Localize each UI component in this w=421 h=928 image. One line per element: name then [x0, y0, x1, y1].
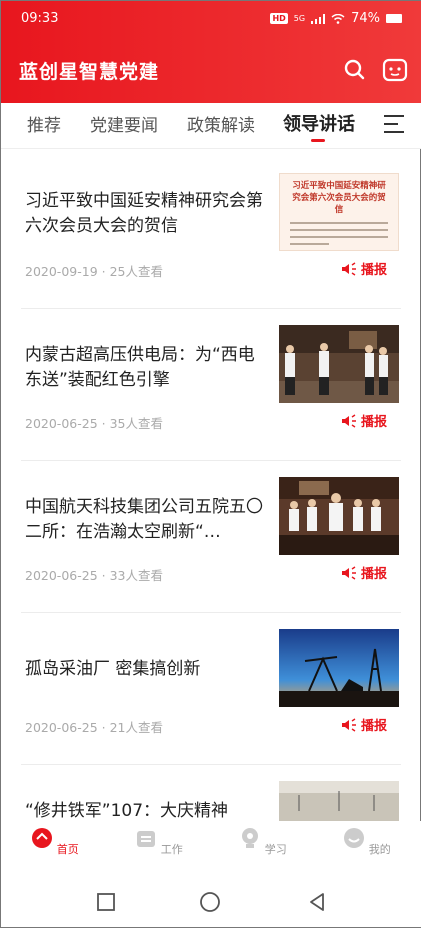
tab-party-news[interactable]: 党建要闻 [90, 111, 158, 136]
news-meta: 2020-06-25 · 21人查看 [25, 720, 163, 735]
message-icon[interactable] [382, 57, 408, 83]
app-title: 蓝创星智慧党建 [19, 61, 160, 83]
study-icon [242, 828, 259, 848]
battery-icon [386, 14, 402, 23]
nav-label: 我的 [368, 843, 391, 856]
news-title: 内蒙古超高压供电局：为“西电东送”装配红色引擎 [25, 345, 255, 390]
speaker-icon [341, 717, 356, 732]
play-label: 播报 [360, 415, 387, 430]
thumb-headline: 习近平致中国延安精神研究会第六次会员大会的贺信 [292, 181, 386, 215]
category-tabs: 推荐 党建要闻 政策解读 领导讲话 [1, 103, 421, 149]
nav-label: 首页 [56, 843, 79, 856]
active-tab-indicator [311, 139, 325, 142]
news-title: 中国航天科技集团公司五院五〇二所：在浩瀚太空刷新“… [25, 497, 263, 542]
wifi-icon [331, 13, 345, 24]
status-icons: HD 5G 74% [270, 11, 402, 26]
nav-label: 工作 [160, 843, 183, 856]
status-bar: 09:33 HD 5G 74% [1, 1, 421, 37]
play-label: 播报 [360, 263, 387, 278]
news-thumbnail [279, 629, 399, 707]
speaker-icon [341, 565, 356, 580]
hd-badge: HD [270, 13, 288, 24]
news-item[interactable]: 习近平致中国延安精神研究会第六次会员大会的贺信 2020-09-19 · 25人… [21, 157, 401, 309]
nav-home[interactable]: 首页 [25, 827, 85, 857]
search-icon[interactable] [342, 57, 368, 83]
recent-apps-icon[interactable] [95, 891, 117, 913]
nav-label: 学习 [264, 843, 287, 856]
news-item[interactable]: 孤岛采油厂 密集搞创新 2020-06-25 · 21人查看 播报 [21, 613, 401, 765]
news-meta: 2020-06-25 · 35人查看 [25, 416, 163, 431]
news-views: 35人查看 [109, 416, 163, 431]
news-date: 2020-09-19 [25, 264, 98, 279]
app-header: 09:33 HD 5G 74% 蓝创星智慧党建 [1, 1, 421, 103]
nav-study[interactable]: 学习 [233, 827, 293, 857]
news-views: 25人查看 [109, 264, 163, 279]
system-nav-bar [1, 877, 421, 927]
news-thumbnail: 习近平致中国延安精神研究会第六次会员大会的贺信 [279, 173, 399, 251]
thumb-text-lines [290, 222, 388, 245]
speaker-icon [341, 261, 356, 276]
news-date: 2020-06-25 [25, 416, 98, 431]
nav-work[interactable]: 工作 [129, 827, 189, 857]
news-meta: 2020-09-19 · 25人查看 [25, 264, 163, 279]
news-date: 2020-06-25 [25, 720, 98, 735]
news-meta: 2020-06-25 · 33人查看 [25, 568, 163, 583]
news-views: 33人查看 [109, 568, 163, 583]
news-item[interactable]: 内蒙古超高压供电局：为“西电东送”装配红色引擎 2020-06-25 · 35人… [21, 309, 401, 461]
play-button[interactable]: 播报 [341, 411, 387, 430]
back-icon[interactable] [306, 891, 328, 913]
speaker-icon [341, 413, 356, 428]
briefcase-icon [137, 831, 156, 847]
battery-label: 74% [351, 11, 380, 26]
status-time: 09:33 [21, 11, 59, 26]
tab-recommend[interactable]: 推荐 [27, 111, 61, 136]
tab-leader-speech[interactable]: 领导讲话 [283, 110, 355, 136]
play-label: 播报 [360, 567, 387, 582]
bottom-nav: 首页 工作 学习 我的 [1, 821, 421, 877]
tab-policy[interactable]: 政策解读 [187, 111, 255, 136]
news-thumbnail [279, 325, 399, 403]
network-label: 5G [293, 14, 306, 23]
nav-profile[interactable]: 我的 [337, 827, 397, 857]
home-circle-icon[interactable] [199, 891, 221, 913]
profile-icon [344, 828, 365, 848]
play-button[interactable]: 播报 [341, 715, 387, 734]
news-thumbnail [279, 477, 399, 555]
news-item[interactable]: 中国航天科技集团公司五院五〇二所：在浩瀚太空刷新“… 2020-06-25 · … [21, 461, 401, 613]
news-thumbnail [279, 781, 399, 821]
signal-icon [311, 13, 326, 24]
news-views: 21人查看 [109, 720, 163, 735]
menu-icon[interactable] [384, 115, 406, 135]
home-icon [32, 828, 53, 848]
news-title: 习近平致中国延安精神研究会第六次会员大会的贺信 [25, 191, 263, 236]
play-label: 播报 [360, 719, 387, 734]
play-button[interactable]: 播报 [341, 259, 387, 278]
play-button[interactable]: 播报 [341, 563, 387, 582]
news-title: 孤岛采油厂 密集搞创新 [25, 659, 201, 679]
news-date: 2020-06-25 [25, 568, 98, 583]
